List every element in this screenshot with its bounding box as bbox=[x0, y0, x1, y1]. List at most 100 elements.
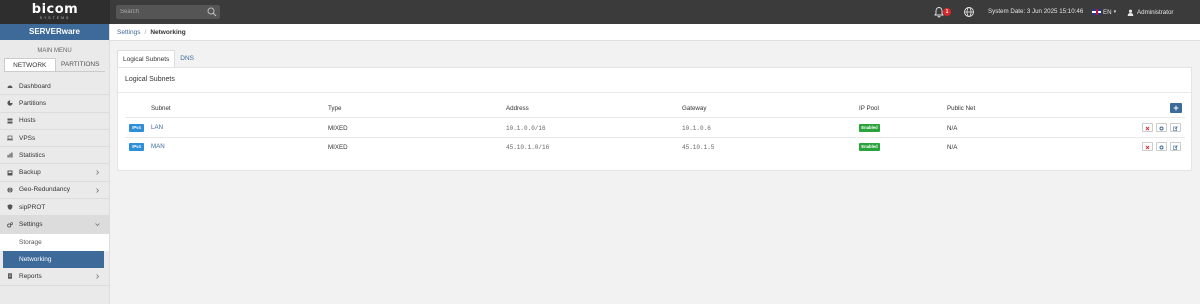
tab-dns[interactable]: DNS bbox=[175, 50, 199, 67]
column-header-gateway: Gateway bbox=[682, 105, 707, 112]
content-tabs: Logical Subnets DNS bbox=[117, 50, 199, 67]
sidebar-item-sipprot[interactable]: sipPROT bbox=[0, 199, 109, 217]
search-box bbox=[116, 5, 220, 19]
chevron-down-icon bbox=[95, 223, 100, 227]
address-cell: 10.1.0.0/16 bbox=[506, 125, 546, 132]
row-divider bbox=[125, 117, 1185, 118]
edit-icon bbox=[1173, 144, 1178, 150]
breadcrumb-settings-link[interactable]: Settings bbox=[117, 29, 141, 36]
server-icon bbox=[7, 118, 13, 124]
sidebar-item-dashboard[interactable]: Dashboard bbox=[0, 78, 109, 96]
menu-tabs: NETWORK PARTITIONS bbox=[4, 58, 105, 72]
search-icon[interactable] bbox=[207, 7, 217, 17]
add-subnet-button[interactable]: + bbox=[1170, 103, 1182, 113]
dashboard-icon bbox=[7, 85, 13, 89]
breadcrumb-separator: / bbox=[144, 28, 147, 36]
logo-subtext: SYSTEMS bbox=[39, 16, 71, 20]
public-net-cell: N/A bbox=[947, 144, 958, 151]
sidebar-item-label: Statistics bbox=[19, 151, 46, 159]
sidebar-item-label: Hosts bbox=[19, 117, 36, 125]
pie-icon bbox=[7, 100, 13, 107]
backup-icon bbox=[7, 170, 13, 176]
sidebar-item-label: VPSs bbox=[19, 134, 36, 142]
report-icon bbox=[8, 273, 12, 280]
main-menu-label: MAIN MENU bbox=[37, 48, 72, 54]
subnet-link[interactable]: MAN bbox=[151, 143, 165, 150]
chevron-right-icon bbox=[96, 170, 100, 176]
edit-button[interactable] bbox=[1170, 123, 1181, 132]
logical-subnets-panel: Logical Subnets Subnet Type Address Gate… bbox=[117, 67, 1192, 171]
chevron-right-icon bbox=[96, 274, 100, 280]
delete-button[interactable] bbox=[1142, 142, 1153, 151]
gateway-cell: 10.1.0.6 bbox=[682, 125, 711, 132]
close-icon bbox=[1145, 126, 1150, 130]
ipv4-badge: IPv4 bbox=[129, 143, 144, 151]
column-header-ip-pool: IP Pool bbox=[859, 105, 879, 112]
settings-button[interactable] bbox=[1156, 123, 1167, 132]
column-header-type: Type bbox=[328, 105, 342, 112]
subnet-link[interactable]: LAN bbox=[151, 124, 163, 131]
gear-icon bbox=[1159, 126, 1164, 130]
sidebar-item-partitions[interactable]: Partitions bbox=[0, 95, 109, 113]
close-icon bbox=[1145, 145, 1150, 149]
notification-count-badge: 1 bbox=[943, 8, 951, 16]
public-net-cell: N/A bbox=[947, 125, 958, 132]
column-header-public-net: Public Net bbox=[947, 105, 976, 112]
caret-down-icon: ▾ bbox=[1113, 9, 1117, 15]
breadcrumb-current: Networking bbox=[150, 28, 186, 36]
logo[interactable]: bicom SYSTEMS bbox=[0, 0, 110, 24]
shield-icon bbox=[7, 204, 13, 211]
sidebar-item-reports[interactable]: Reports bbox=[0, 268, 109, 286]
edit-button[interactable] bbox=[1170, 142, 1181, 151]
breadcrumb: Settings / Networking bbox=[110, 24, 1200, 41]
sidebar-item-label: sipPROT bbox=[19, 203, 46, 211]
sidebar-subitem-storage[interactable]: Storage bbox=[0, 233, 109, 251]
type-cell: MIXED bbox=[328, 125, 348, 132]
panel-title: Logical Subnets bbox=[125, 76, 175, 83]
notifications-button[interactable]: 1 bbox=[932, 5, 951, 19]
sidebar: SERVERware MAIN MENU NETWORK PARTITIONS … bbox=[0, 24, 110, 304]
sidebar-item-hosts[interactable]: Hosts bbox=[0, 113, 109, 130]
system-date: System Date: 3 Jun 2025 15:10:46 bbox=[988, 8, 1084, 15]
brand-title: SERVERware bbox=[0, 24, 109, 40]
tab-logical-subnets[interactable]: Logical Subnets bbox=[117, 50, 176, 67]
sidebar-nav: Dashboard Partitions Hosts VPSs Statisti… bbox=[0, 78, 109, 286]
globe-icon bbox=[7, 187, 13, 193]
ip-pool-status-badge: Enabled bbox=[859, 143, 880, 151]
laptop-icon bbox=[7, 135, 13, 141]
globe-icon[interactable] bbox=[963, 6, 975, 18]
sidebar-item-settings[interactable]: Settings bbox=[0, 216, 109, 234]
user-icon bbox=[1127, 9, 1134, 16]
menu-tab-partitions[interactable]: PARTITIONS bbox=[56, 58, 106, 71]
sidebar-item-vpss[interactable]: VPSs bbox=[0, 130, 109, 148]
sidebar-item-label: Dashboard bbox=[19, 82, 51, 90]
logo-text: bicom bbox=[31, 2, 79, 17]
divider bbox=[118, 92, 1191, 93]
sidebar-item-label: Backup bbox=[19, 169, 41, 177]
search-input[interactable] bbox=[120, 5, 202, 19]
top-bar: bicom SYSTEMS 1 System Date: 3 Jun 2025 … bbox=[0, 0, 1200, 24]
chevron-right-icon bbox=[96, 187, 100, 193]
sidebar-item-label: Partitions bbox=[19, 99, 47, 107]
delete-button[interactable] bbox=[1142, 123, 1153, 132]
language-selector[interactable]: EN ▾ bbox=[1092, 0, 1116, 24]
gear-icon bbox=[1159, 145, 1164, 149]
user-name: Administrator bbox=[1137, 8, 1174, 16]
sidebar-item-label: Reports bbox=[19, 272, 42, 280]
sidebar-item-geo-redundancy[interactable]: Geo-Redundancy bbox=[0, 182, 109, 200]
sidebar-subitem-networking[interactable]: Networking bbox=[3, 250, 104, 269]
column-header-address: Address bbox=[506, 105, 529, 112]
sidebar-item-backup[interactable]: Backup bbox=[0, 164, 109, 182]
row-divider bbox=[125, 137, 1185, 138]
user-menu[interactable]: Administrator bbox=[1127, 0, 1173, 24]
menu-tab-network[interactable]: NETWORK bbox=[4, 58, 56, 71]
address-cell: 45.10.1.0/16 bbox=[506, 144, 550, 151]
sidebar-item-label: Geo-Redundancy bbox=[19, 186, 70, 194]
sidebar-item-statistics[interactable]: Statistics bbox=[0, 147, 109, 165]
column-header-subnet: Subnet bbox=[151, 105, 171, 112]
type-cell: MIXED bbox=[328, 144, 348, 151]
chart-icon bbox=[7, 152, 13, 158]
settings-button[interactable] bbox=[1156, 142, 1167, 151]
gateway-cell: 45.10.1.5 bbox=[682, 144, 715, 151]
edit-icon bbox=[1173, 125, 1178, 131]
